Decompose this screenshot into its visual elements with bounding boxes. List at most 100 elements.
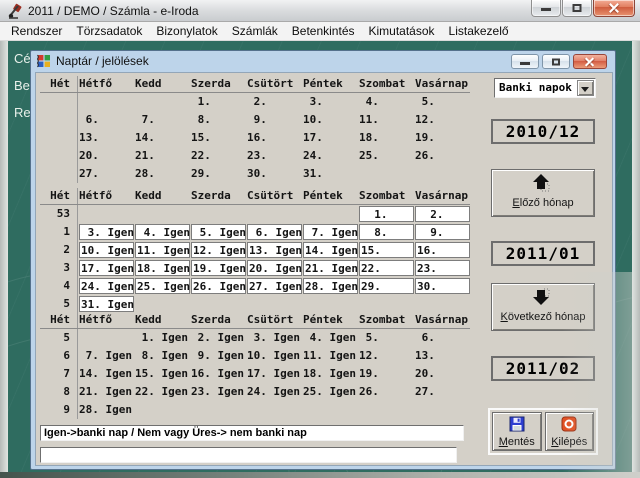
day-cell <box>190 205 246 223</box>
save-button[interactable]: Mentés <box>492 412 542 451</box>
day-cell-box[interactable]: 27. Igen <box>247 278 302 294</box>
day-cell <box>358 165 414 183</box>
day-cell: 11. <box>358 111 414 129</box>
day-cell: 25. <box>358 147 414 165</box>
day-cell-box[interactable]: 20. Igen <box>247 260 302 276</box>
day-cell <box>134 93 190 111</box>
day-cell-box[interactable]: 24. Igen <box>79 278 134 294</box>
workspace-background: CéBeRe Naptár / jelölések <box>8 41 632 472</box>
day-cell-box[interactable]: 30. <box>415 278 470 294</box>
week-number <box>40 147 78 165</box>
day-cell: 14. Igen <box>78 365 134 383</box>
day-cell: 27. <box>414 383 470 401</box>
day-cell-box[interactable]: 18. Igen <box>135 260 190 276</box>
day-cell: 7. Igen <box>302 223 358 241</box>
calendar-week-row: 13.14.15.16.17.18.19. <box>40 129 470 147</box>
day-header: Kedd <box>134 76 190 92</box>
day-cell: 9. <box>414 223 470 241</box>
day-cell-box[interactable]: 2. <box>415 206 470 222</box>
day-cell-box[interactable]: 29. <box>359 278 414 294</box>
calendar-week-row: 27.28.29.30.31. <box>40 165 470 183</box>
menu-item-6[interactable]: Listakezelő <box>442 23 516 39</box>
day-cell-box[interactable]: 5. Igen <box>191 224 246 240</box>
day-header: Szombat <box>358 312 414 328</box>
day-cell-box[interactable]: 12. Igen <box>191 242 246 258</box>
week-number <box>40 111 78 129</box>
window-title: 2011 / DEMO / Számla - e-Iroda <box>28 4 199 18</box>
dialog-window-icon <box>37 54 51 68</box>
day-cell: 23. <box>246 147 302 165</box>
day-cell-box[interactable]: 13. Igen <box>247 242 302 258</box>
day-cell: 28. Igen <box>78 401 134 419</box>
day-cell-box[interactable]: 14. Igen <box>303 242 358 258</box>
day-cell-box[interactable]: 25. Igen <box>135 278 190 294</box>
day-cell-box[interactable]: 10. Igen <box>79 242 134 258</box>
window-close-button[interactable] <box>593 0 635 17</box>
day-cell-box[interactable]: 17. Igen <box>79 260 134 276</box>
day-cell: 10. Igen <box>246 347 302 365</box>
day-header: Vasárnap <box>414 188 470 204</box>
entry-input[interactable] <box>40 447 457 463</box>
day-cell-box[interactable]: 8. <box>359 224 414 240</box>
day-cell-box[interactable]: 9. <box>415 224 470 240</box>
dialog-close-button[interactable] <box>573 54 607 69</box>
menu-item-3[interactable]: Számlák <box>225 23 285 39</box>
day-cell-box[interactable]: 1. <box>359 206 414 222</box>
day-cell-box[interactable]: 22. <box>359 260 414 276</box>
day-header: Kedd <box>134 312 190 328</box>
day-cell-box[interactable]: 23. <box>415 260 470 276</box>
menu-item-2[interactable]: Bizonylatok <box>149 23 224 39</box>
day-cell: 17. Igen <box>78 259 134 277</box>
day-cell: 13. <box>78 129 134 147</box>
calendar-week-row: 1. 2. 3. 4. 5. <box>40 93 470 111</box>
previous-month-button[interactable]: Előző hónap <box>491 169 595 217</box>
window-frame-left <box>0 41 8 472</box>
menu-item-1[interactable]: Törzsadatok <box>69 23 149 39</box>
week-number: 7 <box>40 365 78 383</box>
day-cell <box>302 205 358 223</box>
day-cell <box>246 295 302 313</box>
day-cell-box[interactable]: 15. <box>359 242 414 258</box>
day-cell: 11. Igen <box>134 241 190 259</box>
menu-item-0[interactable]: Rendszer <box>4 23 69 39</box>
day-cell-box[interactable]: 28. Igen <box>303 278 358 294</box>
marking-type-combobox[interactable]: Banki napok <box>494 78 596 98</box>
day-header: Hétfő <box>78 188 134 204</box>
week-number: 5 <box>40 329 78 347</box>
window-minimize-button[interactable] <box>531 0 561 17</box>
combobox-dropdown-button[interactable] <box>577 80 594 96</box>
day-cell: 9. <box>246 111 302 129</box>
day-cell: 1. <box>190 93 246 111</box>
day-cell-box[interactable]: 21. Igen <box>303 260 358 276</box>
exit-button[interactable]: Kilépés <box>545 412 595 451</box>
menu-item-5[interactable]: Kimutatások <box>362 23 442 39</box>
dialog-minimize-button[interactable] <box>511 54 539 69</box>
day-cell <box>134 295 190 313</box>
day-cell-box[interactable]: 3. Igen <box>79 224 134 240</box>
day-cell-box[interactable]: 19. Igen <box>191 260 246 276</box>
day-cell: 7. <box>134 111 190 129</box>
week-number: 6 <box>40 347 78 365</box>
day-cell-box[interactable]: 31. Igen <box>79 296 134 312</box>
arrow-down-icon <box>532 288 554 306</box>
day-cell: 8. Igen <box>134 347 190 365</box>
calendar-week-row: 210. Igen11. Igen12. Igen13. Igen14. Ige… <box>40 241 470 259</box>
day-cell: 11. Igen <box>302 347 358 365</box>
day-cell-box[interactable]: 26. Igen <box>191 278 246 294</box>
day-cell-box[interactable]: 4. Igen <box>135 224 190 240</box>
window-caption-buttons <box>530 0 635 17</box>
day-cell-box[interactable]: 16. <box>415 242 470 258</box>
day-cell-box[interactable]: 11. Igen <box>135 242 190 258</box>
menu-item-4[interactable]: Betenkintés <box>285 23 362 39</box>
day-cell: 19. <box>414 129 470 147</box>
day-cell: 12. Igen <box>190 241 246 259</box>
next-month-button[interactable]: Következő hónap <box>491 283 595 331</box>
month-label-current: 2011/01 <box>491 241 595 266</box>
day-cell: 8. <box>358 223 414 241</box>
day-cell-box[interactable]: 7. Igen <box>303 224 358 240</box>
window-maximize-button[interactable] <box>562 0 592 17</box>
day-cell-box[interactable]: 6. Igen <box>247 224 302 240</box>
day-cell: 3. Igen <box>78 223 134 241</box>
day-header: Szombat <box>358 188 414 204</box>
dialog-maximize-button[interactable] <box>542 54 570 69</box>
